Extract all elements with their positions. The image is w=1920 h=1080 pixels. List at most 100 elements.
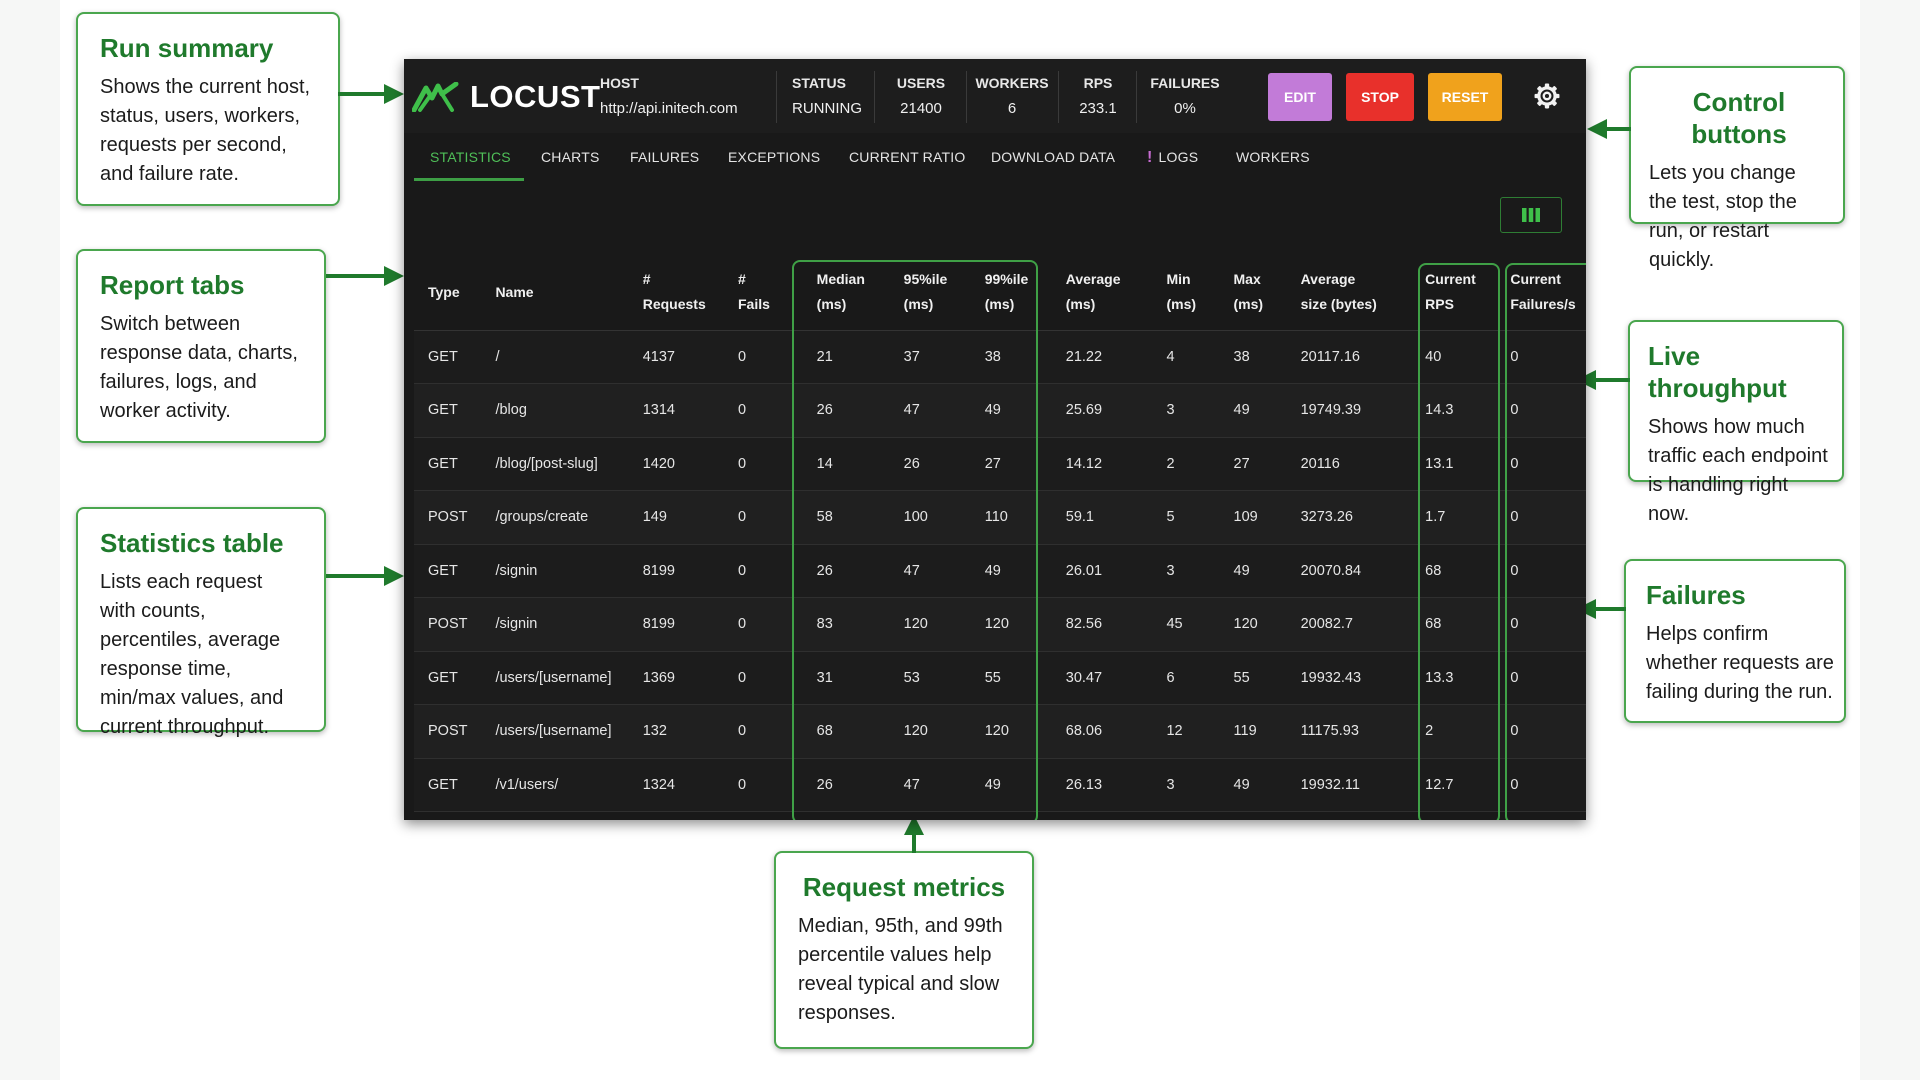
table-cell: 3: [1152, 383, 1220, 438]
table-cell: 132: [628, 704, 724, 759]
table-cell: 37: [889, 330, 971, 384]
table-cell: 0: [724, 704, 803, 759]
annotation-statistics-table: Statistics table Lists each request with…: [76, 507, 326, 738]
locust-logo-icon: [412, 82, 459, 112]
table-cell: 1.7: [1411, 490, 1497, 545]
annotation-title: Failures: [1646, 580, 1746, 610]
table-cell: POST: [414, 490, 482, 545]
tab-statistics[interactable]: STATISTICS: [430, 147, 511, 167]
tab-failures[interactable]: FAILURES: [630, 147, 699, 167]
table-cell: 49: [1219, 383, 1287, 438]
table-cell: 12: [1152, 704, 1220, 759]
table-cell: 0: [1496, 651, 1586, 705]
reset-button[interactable]: RESET: [1428, 73, 1502, 121]
table-row: GET/signin 8199 0 26 47 49 26.01 3 49 20070.84 68 0: [414, 544, 1586, 598]
divider: [1136, 71, 1137, 123]
failures-label: FAILURES: [1150, 75, 1220, 91]
top-bar: LOCUST HOST http://api.initech.com STATU…: [404, 59, 1586, 133]
table-cell: 0: [1496, 437, 1586, 491]
table-cell: 19932.43: [1286, 651, 1412, 705]
table-cell: 20116: [1286, 437, 1412, 491]
annotation-body: Lets you change the test, stop the run, …: [1649, 162, 1797, 271]
stop-button[interactable]: STOP: [1346, 73, 1414, 121]
table-cell: GET: [414, 544, 482, 598]
annotation-body: Shows the current host, status, users, w…: [100, 76, 311, 185]
column-header-text: Average: [1065, 271, 1121, 288]
column-header[interactable]: Average (ms): [1051, 255, 1153, 331]
annotation-body: Helps confirm whether requests are faili…: [1646, 623, 1834, 703]
table-cell: 0: [724, 544, 803, 598]
table-cell: 110: [970, 490, 1052, 545]
table-cell: 45: [1152, 597, 1220, 652]
table-cell: 14.12: [1051, 437, 1153, 491]
table-cell: 109: [1219, 490, 1287, 545]
table-cell: 0: [1496, 490, 1586, 545]
table-body: GET/4137 0 21 37 38 21.22 4 38 20117.16 40 0 GET/bl…: [414, 330, 1586, 812]
table-row: GET/blog/[post-slug] 1420 0 14 26 27 14.12 2 27 2…: [414, 437, 1586, 491]
tab-logs[interactable]: ! LOGS: [1147, 147, 1198, 168]
annotation-body: Shows how much traffic each endpoint is …: [1648, 416, 1828, 525]
table-cell: /signin: [481, 597, 629, 652]
column-header[interactable]: # Fails: [724, 255, 803, 331]
table-cell: 4137: [628, 330, 724, 384]
table-cell: 26.01: [1051, 544, 1153, 598]
column-header-text: (ms): [1166, 296, 1197, 313]
tab-workers[interactable]: WORKERS: [1236, 147, 1310, 167]
tab-current-ratio[interactable]: CURRENT RATIO: [849, 147, 965, 167]
table-cell: 68: [802, 704, 890, 759]
table-cell: 55: [970, 651, 1052, 705]
annotation-title: Live throughput: [1648, 341, 1787, 403]
annotation-title: Control buttons: [1691, 87, 1787, 149]
column-header[interactable]: Type: [414, 255, 482, 331]
columns-button[interactable]: [1500, 197, 1562, 233]
tab-exceptions[interactable]: EXCEPTIONS: [728, 147, 820, 167]
column-header[interactable]: 99%ile (ms): [970, 255, 1052, 331]
column-header-text: Current: [1425, 271, 1476, 288]
table-cell: 26: [802, 758, 890, 812]
table-cell: 1420: [628, 437, 724, 491]
column-header-text: Current: [1510, 271, 1561, 288]
column-header-text: Max: [1233, 271, 1261, 288]
column-header[interactable]: Current Failures/s: [1496, 255, 1586, 331]
column-header[interactable]: Current RPS: [1411, 255, 1497, 331]
column-header[interactable]: 95%ile (ms): [889, 255, 971, 331]
table-cell: 12.7: [1411, 758, 1497, 812]
column-header[interactable]: Min (ms): [1152, 255, 1220, 331]
table-cell: 0: [724, 490, 803, 545]
table-cell: 0: [724, 383, 803, 438]
table-cell: 20082.7: [1286, 597, 1412, 652]
table-cell: 0: [1496, 597, 1586, 652]
table-cell: 27: [970, 437, 1052, 491]
column-header[interactable]: Max (ms): [1219, 255, 1287, 331]
divider: [874, 71, 875, 123]
table-cell: 19932.11: [1286, 758, 1412, 812]
tab-charts[interactable]: CHARTS: [541, 147, 600, 167]
tab-download-data[interactable]: DOWNLOAD DATA: [991, 147, 1115, 167]
table-cell: 83: [802, 597, 890, 652]
host-label: HOST: [600, 75, 639, 91]
column-header[interactable]: Average size (bytes): [1286, 255, 1412, 331]
table-cell: 5: [1152, 490, 1220, 545]
gear-icon[interactable]: [1534, 83, 1560, 109]
column-header-text: Median: [816, 271, 865, 288]
report-tabs: STATISTICS CHARTS FAILURES EXCEPTIONS CU…: [404, 133, 1586, 183]
table-cell: 68: [1411, 597, 1497, 652]
arrow-up-icon: [904, 815, 924, 853]
arrow-right-icon: [326, 266, 404, 286]
edit-button[interactable]: EDIT: [1268, 73, 1332, 121]
table-cell: /blog/[post-slug]: [481, 437, 629, 491]
table-cell: 14: [802, 437, 890, 491]
column-header[interactable]: Median (ms): [802, 255, 890, 331]
annotation-body: Median, 95th, and 99th percentile values…: [798, 915, 1003, 1024]
table-cell: 59.1: [1051, 490, 1153, 545]
table-cell: 55: [1219, 651, 1287, 705]
column-header[interactable]: # Requests: [628, 255, 724, 331]
column-header[interactable]: Name: [481, 255, 629, 331]
table-cell: 38: [1219, 330, 1287, 384]
annotation-title: Run summary: [100, 33, 274, 63]
table-cell: 0: [724, 330, 803, 384]
column-header-text: Name: [495, 283, 534, 300]
table-cell: /: [481, 330, 629, 384]
table-cell: 6: [1152, 651, 1220, 705]
table-cell: 0: [1496, 544, 1586, 598]
